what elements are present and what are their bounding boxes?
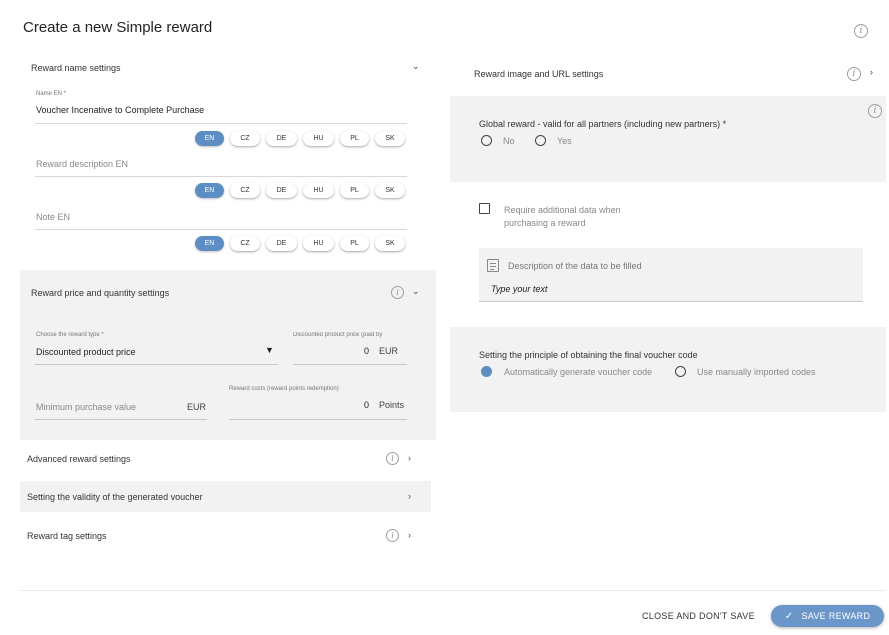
advanced-settings-header[interactable]: Advanced reward settings xyxy=(27,454,131,464)
minimum-purchase-unit: EUR xyxy=(187,402,207,412)
reward-type-label: Choose the reward type * xyxy=(36,332,104,338)
notes-icon xyxy=(487,259,499,272)
auto-generate-label[interactable]: Automatically generate voucher code xyxy=(504,367,652,377)
lang-button-hu[interactable]: HU xyxy=(303,131,334,146)
footer-divider xyxy=(20,590,886,591)
lang-button-cz[interactable]: CZ xyxy=(230,236,260,251)
global-yes-label[interactable]: Yes xyxy=(557,136,572,146)
lang-button-de[interactable]: DE xyxy=(266,236,297,251)
tag-info-icon[interactable]: i xyxy=(386,529,399,542)
lang-button-hu[interactable]: HU xyxy=(303,236,334,251)
reward-costs-unit: Points xyxy=(379,400,405,410)
lang-button-sk[interactable]: SK xyxy=(375,183,405,198)
dropdown-arrow-icon[interactable]: ▼ xyxy=(265,345,274,355)
page-title: Create a new Simple reward xyxy=(23,19,213,36)
require-data-label-line2: purchasing a reward xyxy=(504,218,586,228)
require-data-label-line1: Require additional data when xyxy=(504,205,621,215)
page-info-icon[interactable]: i xyxy=(854,24,868,38)
discount-price-label: Discounted product price (paid by xyxy=(293,332,383,338)
lang-button-en[interactable]: EN xyxy=(195,131,224,146)
global-info-icon[interactable]: i xyxy=(868,104,882,118)
tag-settings-header[interactable]: Reward tag settings xyxy=(27,531,107,541)
image-url-settings-header[interactable]: Reward image and URL settings xyxy=(474,69,603,79)
reward-type-select[interactable]: Discounted product price xyxy=(36,347,136,357)
global-yes-radio[interactable] xyxy=(535,135,546,146)
description-data-label: Description of the data to be filled xyxy=(508,261,642,271)
price-info-icon[interactable]: i xyxy=(391,286,404,299)
reward-costs-underline xyxy=(229,419,407,420)
lang-button-cz[interactable]: CZ xyxy=(230,131,260,146)
language-selector-name: EN CZ DE HU PL SK xyxy=(195,131,405,146)
note-field[interactable]: Note EN xyxy=(36,212,70,222)
voucher-code-label: Setting the principle of obtaining the f… xyxy=(479,350,698,360)
lang-button-de[interactable]: DE xyxy=(266,131,297,146)
global-reward-label: Global reward - valid for all partners (… xyxy=(479,119,727,129)
manual-codes-label[interactable]: Use manually imported codes xyxy=(697,367,816,377)
minimum-purchase-underline xyxy=(35,419,207,420)
discount-price-input[interactable]: 0 xyxy=(364,346,369,356)
check-icon: ✓ xyxy=(784,610,794,622)
lang-button-pl[interactable]: PL xyxy=(340,236,369,251)
reward-costs-label: Reward costs (reward points redemption) xyxy=(229,386,339,392)
name-field[interactable]: Voucher Incenative to Complete Purchase xyxy=(36,105,204,115)
description-data-underline xyxy=(479,301,863,302)
name-field-underline xyxy=(35,123,407,124)
price-quantity-header[interactable]: Reward price and quantity settings xyxy=(31,288,169,298)
chevron-right-icon[interactable]: › xyxy=(870,67,873,77)
language-selector-description: EN CZ DE HU PL SK xyxy=(195,183,405,198)
lang-button-sk[interactable]: SK xyxy=(375,131,405,146)
lang-button-en[interactable]: EN xyxy=(195,183,224,198)
chevron-right-icon[interactable]: › xyxy=(408,491,411,501)
advanced-info-icon[interactable]: i xyxy=(386,452,399,465)
lang-button-en[interactable]: EN xyxy=(195,236,224,251)
reward-type-underline xyxy=(35,364,278,365)
lang-button-hu[interactable]: HU xyxy=(303,183,334,198)
auto-generate-radio[interactable] xyxy=(481,366,492,377)
require-data-checkbox[interactable] xyxy=(479,203,490,214)
note-underline xyxy=(35,229,407,230)
image-info-icon[interactable]: i xyxy=(847,67,861,81)
lang-button-sk[interactable]: SK xyxy=(375,236,405,251)
chevron-down-icon[interactable]: ⌄ xyxy=(412,61,420,72)
validity-settings-header[interactable]: Setting the validity of the generated vo… xyxy=(27,492,203,502)
save-reward-label: SAVE REWARD xyxy=(801,611,871,621)
chevron-right-icon[interactable]: › xyxy=(408,453,411,463)
reward-name-settings-header[interactable]: Reward name settings xyxy=(31,63,121,73)
discount-price-unit: EUR xyxy=(379,346,399,356)
name-field-label: Name EN * xyxy=(36,91,67,97)
global-reward-panel xyxy=(450,96,886,182)
reward-description-field[interactable]: Reward description EN xyxy=(36,159,128,169)
chevron-right-icon[interactable]: › xyxy=(408,530,411,540)
description-data-input[interactable]: Type your text xyxy=(491,284,547,294)
discount-price-underline xyxy=(293,364,407,365)
lang-button-de[interactable]: DE xyxy=(266,183,297,198)
chevron-down-icon[interactable]: ⌄ xyxy=(412,286,420,297)
close-without-saving-button[interactable]: CLOSE AND DON'T SAVE xyxy=(642,611,755,621)
lang-button-cz[interactable]: CZ xyxy=(230,183,260,198)
manual-codes-radio[interactable] xyxy=(675,366,686,377)
global-no-label[interactable]: No xyxy=(503,136,515,146)
language-selector-note: EN CZ DE HU PL SK xyxy=(195,236,405,251)
lang-button-pl[interactable]: PL xyxy=(340,131,369,146)
reward-costs-input[interactable]: 0 xyxy=(364,400,369,410)
description-underline xyxy=(35,176,407,177)
lang-button-pl[interactable]: PL xyxy=(340,183,369,198)
minimum-purchase-input[interactable]: Minimum purchase value xyxy=(36,402,136,412)
save-reward-button[interactable]: ✓ SAVE REWARD xyxy=(771,605,884,627)
global-no-radio[interactable] xyxy=(481,135,492,146)
